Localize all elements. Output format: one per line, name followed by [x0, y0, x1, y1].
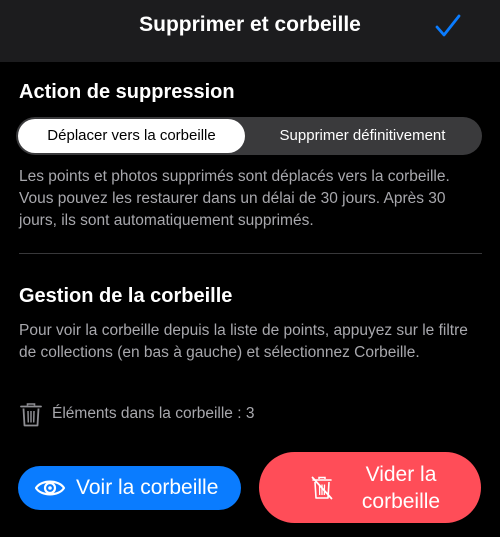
deletion-mode-segmented-control: Déplacer vers la corbeille Supprimer déf… — [16, 117, 482, 155]
trash-management-title: Gestion de la corbeille — [19, 285, 233, 307]
trash-items-label: Éléments dans la corbeille : 3 — [52, 405, 255, 422]
view-trash-button[interactable]: Voir la corbeille — [18, 466, 241, 510]
navigation-header: Supprimer et corbeille — [0, 0, 500, 62]
deletion-action-description: Les points et photos supprimés sont dépl… — [19, 168, 450, 229]
deletion-action-title: Action de suppression — [19, 81, 235, 103]
trash-slash-icon — [311, 476, 333, 500]
segment-delete-permanently[interactable]: Supprimer définitivement — [245, 119, 480, 153]
eye-icon — [34, 480, 66, 496]
empty-trash-button[interactable]: Vider la corbeille — [259, 452, 481, 523]
trash-management-description: Pour voir la corbeille depuis la liste d… — [19, 322, 468, 361]
trash-icon — [20, 403, 42, 427]
checkmark-icon[interactable] — [433, 12, 463, 40]
section-divider — [19, 253, 482, 254]
empty-trash-label: Vider la corbeille — [361, 463, 441, 513]
page-title: Supprimer et corbeille — [139, 13, 361, 36]
segment-move-to-trash[interactable]: Déplacer vers la corbeille — [18, 119, 245, 153]
view-trash-label: Voir la corbeille — [76, 476, 219, 499]
